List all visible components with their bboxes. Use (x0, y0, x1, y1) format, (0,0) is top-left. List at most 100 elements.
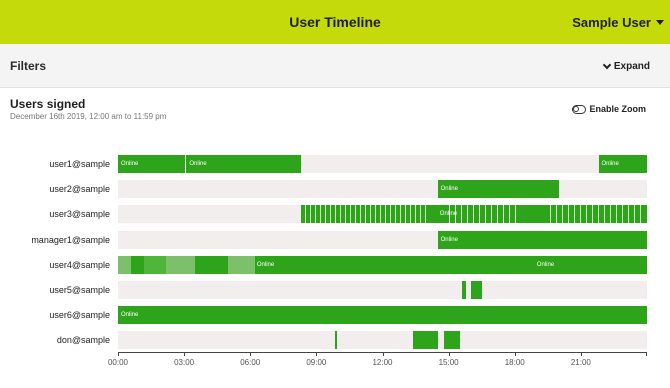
timeline-track (118, 331, 647, 350)
session-divider (478, 205, 480, 224)
session-divider (309, 205, 311, 224)
session-divider (640, 205, 642, 224)
session-divider (319, 205, 321, 224)
chevron-down-icon (602, 60, 612, 69)
x-tick (184, 352, 186, 356)
timeline-track: Online (118, 180, 647, 199)
online-segment[interactable] (118, 255, 132, 274)
x-tick-label: 18:00 (504, 358, 525, 367)
session-divider (484, 205, 486, 224)
segment-label: Online (121, 161, 139, 167)
x-tick-label: 03:00 (174, 358, 195, 367)
session-divider (304, 205, 306, 224)
expand-button[interactable]: Expand (602, 44, 650, 88)
zoom-label: Enable Zoom (589, 104, 646, 114)
session-divider (502, 205, 504, 224)
online-segment[interactable] (166, 255, 196, 274)
online-segment[interactable] (131, 255, 145, 274)
segment-label: Online (536, 261, 555, 268)
session-divider (359, 205, 361, 224)
session-divider (374, 205, 376, 224)
online-segment[interactable] (470, 281, 482, 299)
session-divider (389, 205, 391, 224)
x-tick (118, 352, 119, 356)
online-segment[interactable] (228, 255, 255, 274)
segment-label: Online (601, 161, 619, 167)
session-divider (364, 205, 366, 224)
session-divider (460, 205, 462, 224)
session-divider (339, 205, 341, 224)
session-divider (344, 205, 346, 224)
timeline-track: Online Online (118, 255, 647, 274)
row-label: user3@sample (49, 209, 110, 220)
session-divider (628, 205, 630, 224)
x-tick-label: 09:00 (306, 358, 327, 367)
online-segment[interactable] (144, 255, 167, 274)
x-tick (250, 352, 252, 356)
row-label: user1@sample (49, 159, 110, 169)
card-title: Users signed (10, 97, 86, 111)
filters-bar: Filters Expand (0, 44, 670, 88)
caret-down-icon (656, 19, 664, 25)
segment-label: Online (256, 261, 275, 268)
segment-label: Online (121, 312, 139, 319)
session-divider (496, 205, 498, 224)
session-divider (622, 205, 624, 224)
segment-label: Online (439, 211, 458, 218)
user-menu[interactable]: Sample User (572, 0, 664, 44)
x-tick (646, 352, 647, 356)
online-segment[interactable] (254, 255, 647, 274)
session-divider (568, 205, 570, 224)
session-divider (574, 205, 576, 224)
session-divider (466, 205, 468, 224)
online-segment[interactable] (461, 281, 467, 299)
session-divider (616, 205, 618, 224)
session-divider (592, 205, 594, 224)
segment-label: Online (440, 186, 458, 193)
x-tick-label: 21:00 (570, 358, 591, 367)
session-divider (354, 205, 356, 224)
enable-zoom-toggle[interactable]: Enable Zoom (572, 104, 646, 114)
session-divider (634, 205, 636, 224)
timeline-track (118, 281, 647, 299)
session-divider (514, 205, 516, 224)
toggle-icon (572, 104, 587, 114)
online-segment[interactable] (118, 306, 647, 325)
x-tick (580, 352, 582, 356)
online-segment[interactable] (413, 331, 438, 350)
row-label: user6@sample (49, 310, 110, 321)
row-label: user5@sample (49, 285, 110, 295)
timeline-track: Online (118, 306, 647, 325)
online-segment[interactable] (437, 230, 647, 249)
online-segment[interactable] (181, 155, 186, 173)
session-divider (472, 205, 474, 224)
session-divider (384, 205, 386, 224)
session-divider (404, 205, 406, 224)
x-tick-label: 06:00 (240, 358, 261, 367)
x-tick (316, 352, 318, 356)
row-label: user4@sample (49, 259, 110, 270)
online-segment[interactable] (335, 331, 338, 350)
online-segment[interactable] (195, 255, 229, 274)
session-divider (610, 205, 612, 224)
row-label: user2@sample (49, 184, 110, 195)
row-label: manager1@sample (31, 234, 110, 245)
timeline-track: Online (118, 205, 647, 224)
x-tick-label: 12:00 (372, 358, 393, 367)
session-divider (314, 205, 316, 224)
x-tick (514, 352, 516, 356)
session-divider (324, 205, 326, 224)
session-divider (334, 205, 336, 224)
online-segment[interactable] (444, 331, 460, 350)
app-header: User Timeline Sample User (0, 0, 670, 44)
session-divider (604, 205, 606, 224)
x-tick (448, 352, 450, 356)
x-tick (382, 352, 384, 356)
online-segment[interactable] (300, 205, 647, 224)
session-divider (329, 205, 331, 224)
session-divider (369, 205, 371, 224)
segment-label: Online (440, 236, 458, 243)
session-divider (399, 205, 401, 224)
session-divider (562, 205, 564, 224)
session-divider (586, 205, 588, 224)
